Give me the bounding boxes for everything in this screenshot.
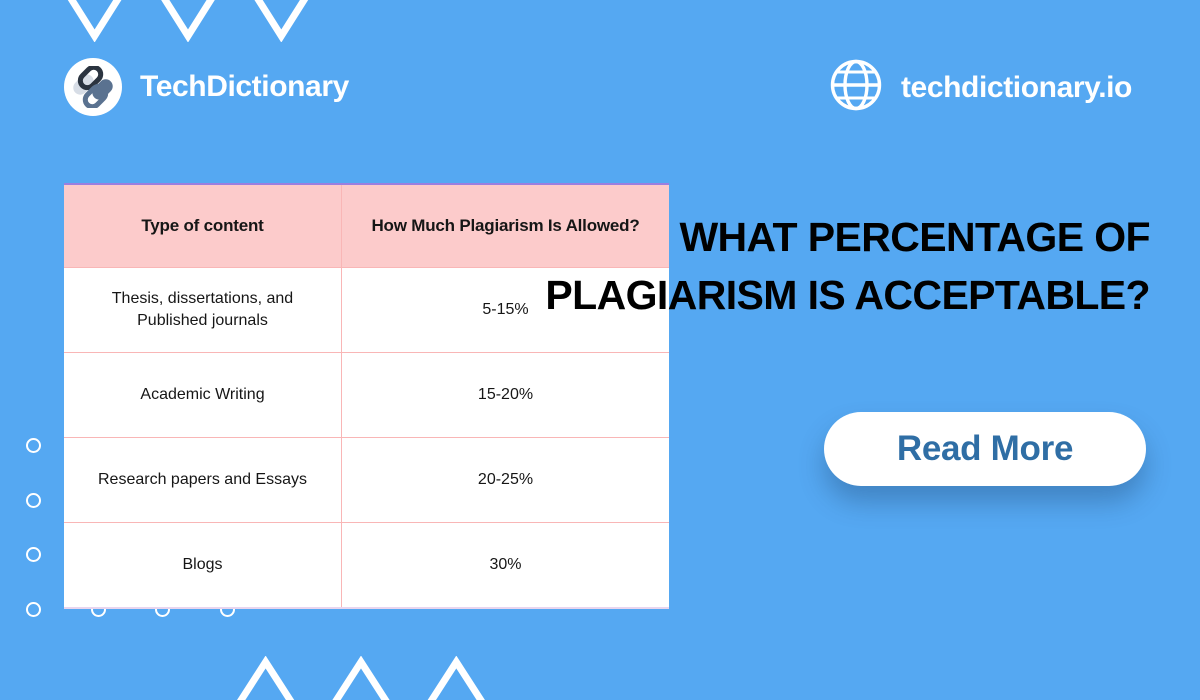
headline-line-2: PLAGIARISM IS ACCEPTABLE? (545, 272, 1150, 319)
table-row: Research papers and Essays 20-25% (64, 437, 669, 523)
globe-icon (829, 58, 883, 117)
table-row: Academic Writing 15-20% (64, 352, 669, 438)
cell-content-type: Research papers and Essays (64, 437, 342, 523)
read-more-button[interactable]: Read More (824, 412, 1146, 486)
headline: WHAT PERCENTAGE OF PLAGIARISM IS ACCEPTA… (490, 208, 1150, 324)
site-url-block[interactable]: techdictionary.io (829, 58, 1132, 117)
headline-line-1: WHAT PERCENTAGE OF (679, 214, 1150, 260)
dot (26, 601, 41, 617)
dot (26, 547, 41, 562)
brand-logo[interactable]: TechDictionary (64, 58, 349, 116)
cell-allowed: 15-20% (341, 352, 669, 438)
dot (26, 492, 41, 508)
column-header-content-type: Type of content (64, 185, 342, 268)
cell-allowed: 30% (341, 522, 669, 607)
chevron-up-decoration-bottom (236, 656, 485, 700)
cta-container: Read More (824, 412, 1146, 486)
infinity-loop-icon (64, 58, 122, 116)
cell-content-type: Thesis, dissertations, and Published jou… (64, 267, 342, 353)
chevron-down-decoration-top (67, 0, 309, 42)
dot (26, 438, 41, 453)
cell-content-type: Academic Writing (64, 352, 342, 438)
site-url-text: techdictionary.io (900, 70, 1132, 104)
promo-banner: TechDictionary techdictionary.io Type of… (0, 0, 1200, 700)
table-row: Blogs 30% (64, 522, 669, 607)
cell-content-type: Blogs (64, 522, 342, 607)
cell-allowed: 20-25% (341, 437, 669, 523)
brand-name: TechDictionary (140, 70, 349, 103)
